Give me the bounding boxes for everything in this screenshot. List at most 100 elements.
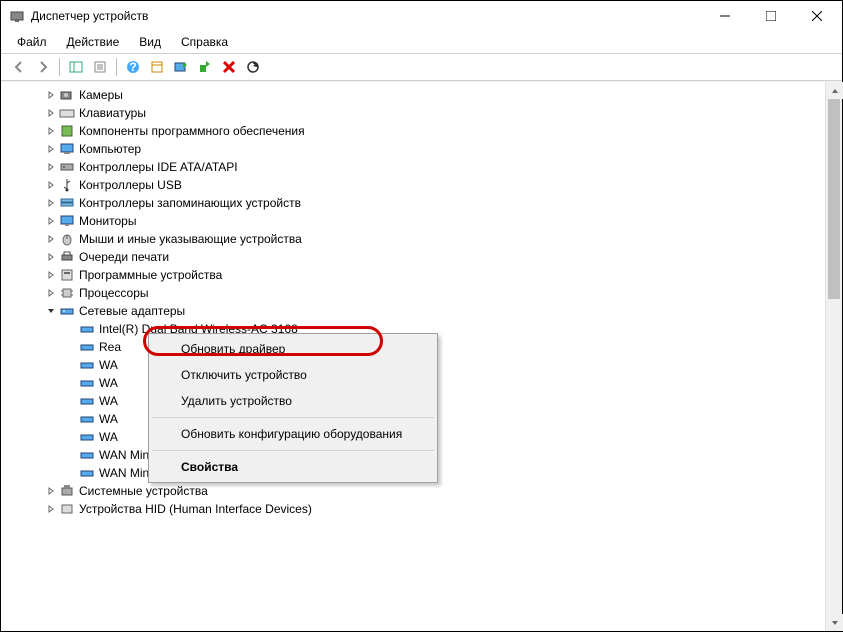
maximize-button[interactable] xyxy=(748,1,794,31)
menubar: Файл Действие Вид Справка xyxy=(1,31,842,53)
network-adapter-icon xyxy=(79,465,95,481)
tree-node-monitors[interactable]: Мониторы xyxy=(5,212,825,230)
chevron-right-icon[interactable] xyxy=(45,485,57,497)
tree-node-processors[interactable]: Процессоры xyxy=(5,284,825,302)
toolbar-separator xyxy=(59,58,60,76)
tree-node-label: Очереди печати xyxy=(79,250,169,264)
menu-action[interactable]: Действие xyxy=(59,33,128,51)
tree-node-storage-controllers[interactable]: Контроллеры запоминающих устройств xyxy=(5,194,825,212)
tree-node-label: Программные устройства xyxy=(79,268,222,282)
chevron-right-icon[interactable] xyxy=(45,143,57,155)
tree-node-label: Клавиатуры xyxy=(79,106,146,120)
chevron-right-icon[interactable] xyxy=(45,179,57,191)
action-button[interactable] xyxy=(145,56,169,78)
scroll-down-button[interactable] xyxy=(826,614,843,631)
usb-icon xyxy=(59,177,75,193)
ctx-separator xyxy=(152,417,434,418)
back-button[interactable] xyxy=(7,56,31,78)
scroll-up-button[interactable] xyxy=(826,82,843,99)
chevron-right-icon[interactable] xyxy=(45,107,57,119)
chevron-right-icon[interactable] xyxy=(45,215,57,227)
window-title: Диспетчер устройств xyxy=(31,9,702,23)
chevron-right-icon[interactable] xyxy=(45,287,57,299)
show-hide-tree-button[interactable] xyxy=(64,56,88,78)
chevron-right-icon[interactable] xyxy=(45,161,57,173)
chevron-right-icon[interactable] xyxy=(45,89,57,101)
tree-node-label: Rea xyxy=(99,340,121,354)
chevron-right-icon[interactable] xyxy=(45,197,57,209)
tree-node-label: Контроллеры USB xyxy=(79,178,182,192)
ctx-separator xyxy=(152,450,434,451)
menu-view[interactable]: Вид xyxy=(131,33,169,51)
chevron-right-icon[interactable] xyxy=(45,503,57,515)
uninstall-button[interactable] xyxy=(217,56,241,78)
ctx-remove-device[interactable]: Удалить устройство xyxy=(151,388,435,414)
tree-node-usb-controllers[interactable]: Контроллеры USB xyxy=(5,176,825,194)
tree-node-system-devices[interactable]: Системные устройства xyxy=(5,482,825,500)
network-icon xyxy=(59,303,75,319)
close-button[interactable] xyxy=(794,1,840,31)
tree-node-software-components[interactable]: Компоненты программного обеспечения xyxy=(5,122,825,140)
toolbar-separator xyxy=(116,58,117,76)
tree-node-computer[interactable]: Компьютер xyxy=(5,140,825,158)
monitor-icon xyxy=(59,213,75,229)
help-button[interactable]: ? xyxy=(121,56,145,78)
forward-button[interactable] xyxy=(31,56,55,78)
tree-node-label: Устройства HID (Human Interface Devices) xyxy=(79,502,312,516)
enable-device-button[interactable] xyxy=(193,56,217,78)
printer-icon xyxy=(59,249,75,265)
camera-icon xyxy=(59,87,75,103)
ctx-refresh-hardware[interactable]: Обновить конфигурацию оборудования xyxy=(151,421,435,447)
tree-node-label: Мониторы xyxy=(79,214,136,228)
tree-node-label: WA xyxy=(99,412,118,426)
tree-node-label: WA xyxy=(99,376,118,390)
network-adapter-icon xyxy=(79,411,95,427)
minimize-button[interactable] xyxy=(702,1,748,31)
context-menu: Обновить драйвер Отключить устройство Уд… xyxy=(148,333,438,483)
toolbar: ? xyxy=(1,53,842,81)
network-adapter-icon xyxy=(79,429,95,445)
network-adapter-icon xyxy=(79,339,95,355)
menu-help[interactable]: Справка xyxy=(173,33,236,51)
tree-node-label: Контроллеры IDE ATA/ATAPI xyxy=(79,160,238,174)
svg-text:?: ? xyxy=(129,60,136,74)
tree-node-software-devices[interactable]: Программные устройства xyxy=(5,266,825,284)
ctx-disable-device[interactable]: Отключить устройство xyxy=(151,362,435,388)
tree-node-hid-devices[interactable]: Устройства HID (Human Interface Devices) xyxy=(5,500,825,518)
tree-node-label: Компьютер xyxy=(79,142,141,156)
network-adapter-icon xyxy=(79,393,95,409)
tree-node-print-queues[interactable]: Очереди печати xyxy=(5,248,825,266)
ide-icon xyxy=(59,159,75,175)
device-manager-window: Диспетчер устройств Файл Действие Вид Сп… xyxy=(1,1,842,631)
properties-button[interactable] xyxy=(88,56,112,78)
tree-node-label: WA xyxy=(99,430,118,444)
tree-node-cameras[interactable]: Камеры xyxy=(5,86,825,104)
tree-node-ide-controllers[interactable]: Контроллеры IDE ATA/ATAPI xyxy=(5,158,825,176)
tree-node-label: Процессоры xyxy=(79,286,149,300)
chevron-right-icon[interactable] xyxy=(45,233,57,245)
scan-hardware-button[interactable] xyxy=(241,56,265,78)
vertical-scrollbar[interactable] xyxy=(825,82,842,631)
tree-node-label: Мыши и иные указывающие устройства xyxy=(79,232,302,246)
network-adapter-icon xyxy=(79,375,95,391)
mouse-icon xyxy=(59,231,75,247)
chevron-right-icon[interactable] xyxy=(45,251,57,263)
network-adapter-icon xyxy=(79,321,95,337)
tree-node-mice[interactable]: Мыши и иные указывающие устройства xyxy=(5,230,825,248)
tree-node-network-adapters[interactable]: Сетевые адаптеры xyxy=(5,302,825,320)
network-adapter-icon xyxy=(79,357,95,373)
titlebar: Диспетчер устройств xyxy=(1,1,842,31)
chevron-right-icon[interactable] xyxy=(45,125,57,137)
ctx-properties[interactable]: Свойства xyxy=(151,454,435,480)
chevron-right-icon[interactable] xyxy=(45,269,57,281)
tree-node-label: WA xyxy=(99,394,118,408)
update-driver-button[interactable] xyxy=(169,56,193,78)
menu-file[interactable]: Файл xyxy=(9,33,55,51)
system-device-icon xyxy=(59,483,75,499)
tree-node-label: Контроллеры запоминающих устройств xyxy=(79,196,301,210)
chevron-down-icon[interactable] xyxy=(45,305,57,317)
scroll-thumb[interactable] xyxy=(828,99,840,299)
tree-node-keyboards[interactable]: Клавиатуры xyxy=(5,104,825,122)
tree-node-label: Камеры xyxy=(79,88,123,102)
ctx-update-driver[interactable]: Обновить драйвер xyxy=(151,336,435,362)
